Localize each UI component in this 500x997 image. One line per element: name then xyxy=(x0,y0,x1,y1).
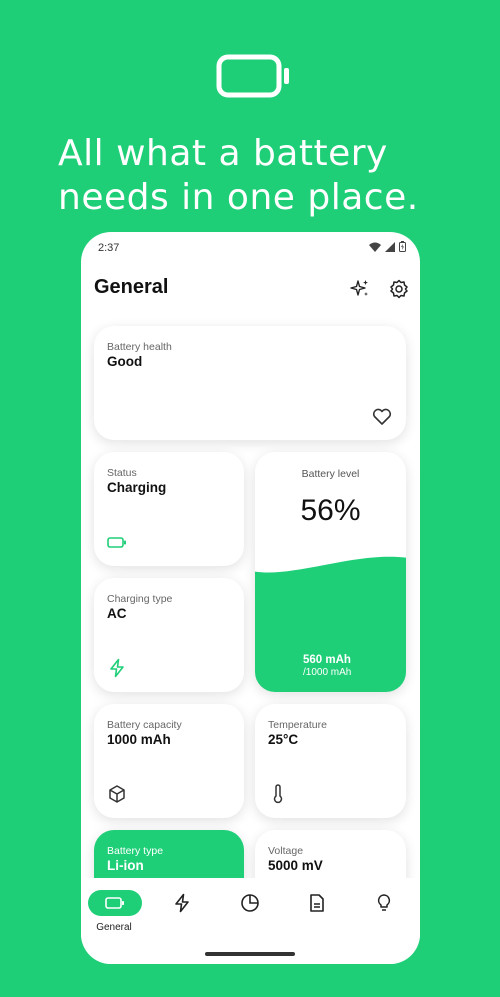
thermometer-icon xyxy=(273,784,283,804)
lightbulb-icon xyxy=(377,894,391,911)
battery-type-value: Li-ion xyxy=(107,858,144,873)
signal-icon xyxy=(385,241,395,252)
pie-chart-icon xyxy=(241,894,259,912)
nav-item-charging[interactable] xyxy=(155,890,209,916)
nav-item-tips[interactable] xyxy=(357,890,411,916)
sparkle-icon[interactable] xyxy=(349,278,371,300)
temperature-value: 25°C xyxy=(268,732,299,747)
home-indicator xyxy=(205,952,295,956)
status-value: Charging xyxy=(107,480,167,495)
battery-icon xyxy=(107,537,126,548)
battery-level-card[interactable]: Battery level 56% 560 mAh /1000 mAh xyxy=(255,452,406,692)
lightning-icon xyxy=(175,893,189,913)
status-card[interactable]: Status Charging xyxy=(94,452,244,566)
temperature-label: Temperature xyxy=(268,719,327,731)
voltage-value: 5000 mV xyxy=(268,858,323,873)
battery-capacity-value: 1000 mAh xyxy=(107,732,171,747)
lightning-icon xyxy=(110,658,124,678)
page-title: General xyxy=(94,276,169,298)
nav-item-statistics[interactable] xyxy=(223,890,277,916)
battery-capacity-card[interactable]: Battery capacity 1000 mAh xyxy=(94,704,244,818)
battery-charging-icon xyxy=(399,241,406,252)
battery-icon xyxy=(105,897,124,909)
document-icon xyxy=(310,894,324,912)
battery-health-value: Good xyxy=(107,354,143,369)
status-bar: 2:37 xyxy=(81,232,420,266)
battery-capacity-label: Battery capacity xyxy=(107,719,182,731)
battery-icon xyxy=(216,54,289,98)
battery-level-total: /1000 mAh xyxy=(303,667,352,678)
battery-level-current: 560 mAh xyxy=(303,654,351,666)
phone-screen: 2:37 General Battery health Good Status … xyxy=(81,232,420,964)
charging-type-card[interactable]: Charging type AC xyxy=(94,578,244,692)
battery-health-card[interactable]: Battery health Good xyxy=(94,326,406,440)
battery-health-label: Battery health xyxy=(107,341,172,353)
heart-icon xyxy=(372,408,392,425)
headline: All what a battery needs in one place. xyxy=(58,133,419,218)
settings-gear-icon[interactable] xyxy=(388,278,410,300)
charging-type-label: Charging type xyxy=(107,593,173,605)
nav-item-general[interactable] xyxy=(88,890,142,916)
battery-type-label: Battery type xyxy=(107,845,164,857)
nav-item-general-label: General xyxy=(96,922,132,933)
battery-level-label: Battery level xyxy=(301,468,360,480)
nav-item-history[interactable] xyxy=(290,890,344,916)
status-label: Status xyxy=(107,467,137,479)
voltage-label: Voltage xyxy=(268,845,304,857)
battery-level-percent: 56% xyxy=(300,494,361,527)
status-time: 2:37 xyxy=(98,242,120,254)
cube-icon xyxy=(109,785,125,803)
charging-type-value: AC xyxy=(107,606,127,621)
temperature-card[interactable]: Temperature 25°C xyxy=(255,704,406,818)
wifi-icon xyxy=(369,242,381,252)
status-icons xyxy=(369,241,406,252)
